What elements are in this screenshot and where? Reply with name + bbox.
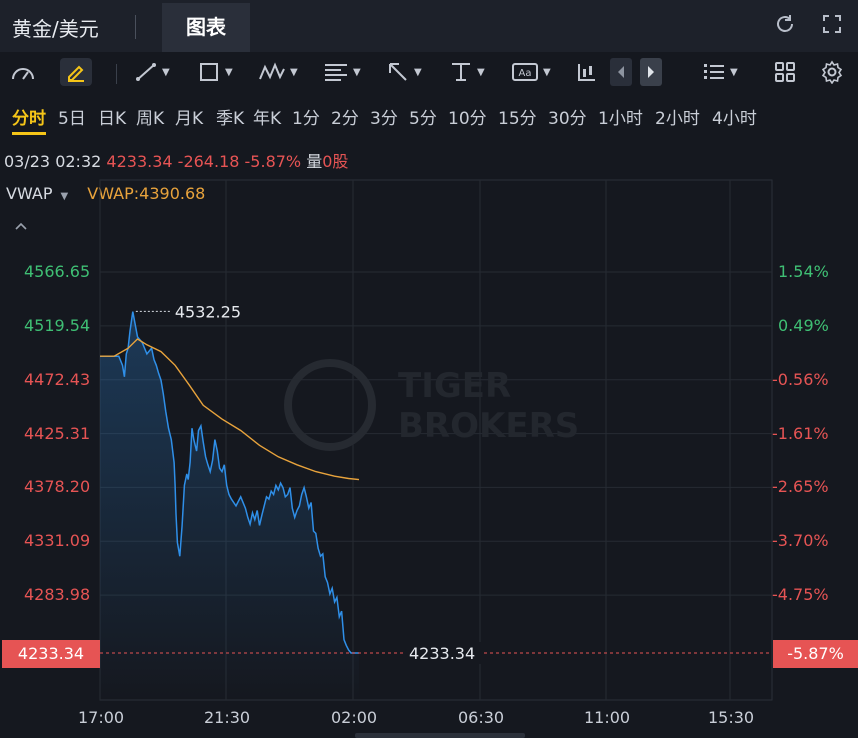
watermark-logo-icon [284, 359, 376, 451]
pct-tick-label: -4.75% [772, 585, 829, 605]
pct-tick-label: -1.61% [772, 423, 829, 443]
price-area [100, 311, 359, 700]
y-tick-label: 4519.54 [24, 315, 91, 335]
y-tick-label: 4378.20 [24, 477, 91, 497]
pct-tick-label: -3.70% [772, 531, 829, 551]
watermark-text: TIGER [398, 366, 511, 406]
y-tick-label: 4425.31 [24, 423, 91, 443]
y-tick-label: 4566.65 [24, 262, 91, 281]
x-tick-label: 17:00 [78, 708, 125, 727]
pct-tick-label: -0.56% [772, 369, 829, 389]
current-price-tag: 4233.34 [2, 640, 100, 668]
high-price-label: 4532.25 [175, 302, 241, 321]
pct-tick-label: -2.65% [772, 477, 829, 497]
pct-tick-label: 1.54% [778, 262, 829, 281]
x-tick-label: 02:00 [331, 708, 378, 727]
x-tick-label: 21:30 [204, 708, 251, 727]
y-tick-label: 4283.98 [24, 585, 91, 605]
pct-tick-label: 0.49% [778, 315, 829, 335]
price-chart[interactable]: TIGERBROKERS 4532.25 4233.34 [0, 0, 858, 738]
current-price-label: 4233.34 [409, 644, 475, 663]
y-tick-label: 4472.43 [24, 369, 91, 389]
current-pct-tag: -5.87% [773, 640, 858, 668]
chart-scrollbar[interactable] [355, 733, 525, 738]
x-tick-label: 06:30 [458, 708, 505, 727]
x-tick-label: 11:00 [584, 708, 631, 727]
watermark-text: BROKERS [398, 406, 579, 446]
y-tick-label: 4331.09 [24, 531, 91, 551]
x-tick-label: 15:30 [708, 708, 755, 727]
